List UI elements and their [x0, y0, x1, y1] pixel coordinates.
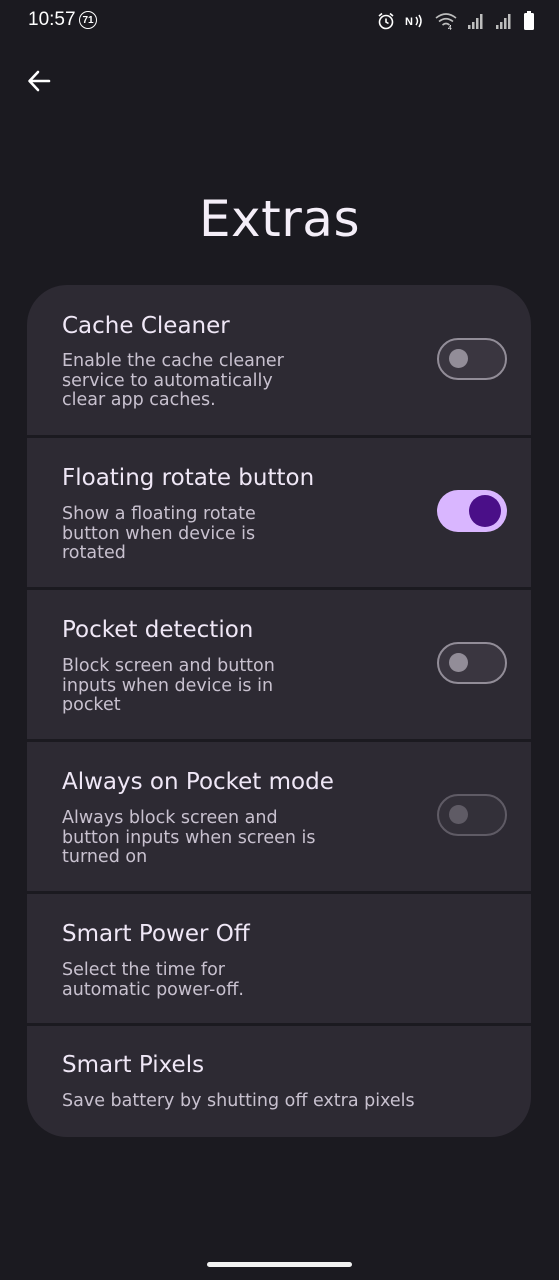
setting-smart-pixels[interactable]: Smart Pixels Save battery by shutting of… [27, 1026, 531, 1137]
always-on-pocket-toggle[interactable] [437, 794, 507, 836]
toggle-knob [449, 349, 468, 368]
setting-always-on-pocket-mode[interactable]: Always on Pocket mode Always block scree… [27, 742, 531, 891]
setting-floating-rotate-button[interactable]: Floating rotate button Show a floating r… [27, 438, 531, 587]
arrow-left-icon [28, 70, 51, 92]
setting-description: Block screen and button inputs when devi… [62, 656, 275, 715]
settings-card: Cache Cleaner Enable the cache cleaner s… [27, 285, 531, 1137]
setting-title: Smart Pixels [62, 1052, 205, 1078]
svg-text:N: N [405, 16, 413, 28]
setting-title: Cache Cleaner [62, 313, 230, 339]
setting-cache-cleaner[interactable]: Cache Cleaner Enable the cache cleaner s… [27, 285, 531, 435]
signal-icon [496, 14, 511, 29]
wifi-icon: 4 [435, 13, 457, 30]
setting-title: Floating rotate button [62, 465, 315, 491]
toggle-knob [449, 805, 468, 824]
gesture-nav-handle[interactable] [207, 1262, 352, 1267]
setting-title: Always on Pocket mode [62, 769, 334, 795]
back-button[interactable] [22, 64, 56, 98]
page-title: Extras [198, 190, 361, 248]
battery-icon [524, 11, 534, 30]
cache-cleaner-toggle[interactable] [437, 338, 507, 380]
setting-title: Pocket detection [62, 617, 254, 643]
floating-rotate-toggle[interactable] [437, 490, 507, 532]
alarm-icon [378, 12, 394, 30]
svg-text:4: 4 [448, 25, 452, 30]
toggle-knob [449, 653, 468, 672]
setting-description: Select the time for automatic power-off. [62, 960, 244, 1000]
nfc-icon: N [405, 14, 422, 28]
notification-count-badge: 71 [79, 11, 97, 29]
signal-icon [468, 14, 483, 29]
pocket-detection-toggle[interactable] [437, 642, 507, 684]
setting-pocket-detection[interactable]: Pocket detection Block screen and button… [27, 590, 531, 739]
setting-description: Save battery by shutting off extra pixel… [62, 1091, 415, 1111]
setting-description: Show a floating rotate button when devic… [62, 504, 256, 563]
status-time: 10:57 [28, 9, 76, 30]
toggle-knob [469, 495, 501, 527]
status-icons: N 4 [377, 10, 535, 32]
setting-description: Enable the cache cleaner service to auto… [62, 351, 284, 410]
status-bar: 10:57 71 N 4 [0, 0, 559, 42]
setting-title: Smart Power Off [62, 921, 250, 947]
setting-description: Always block screen and button inputs wh… [62, 808, 316, 867]
setting-smart-power-off[interactable]: Smart Power Off Select the time for auto… [27, 894, 531, 1023]
